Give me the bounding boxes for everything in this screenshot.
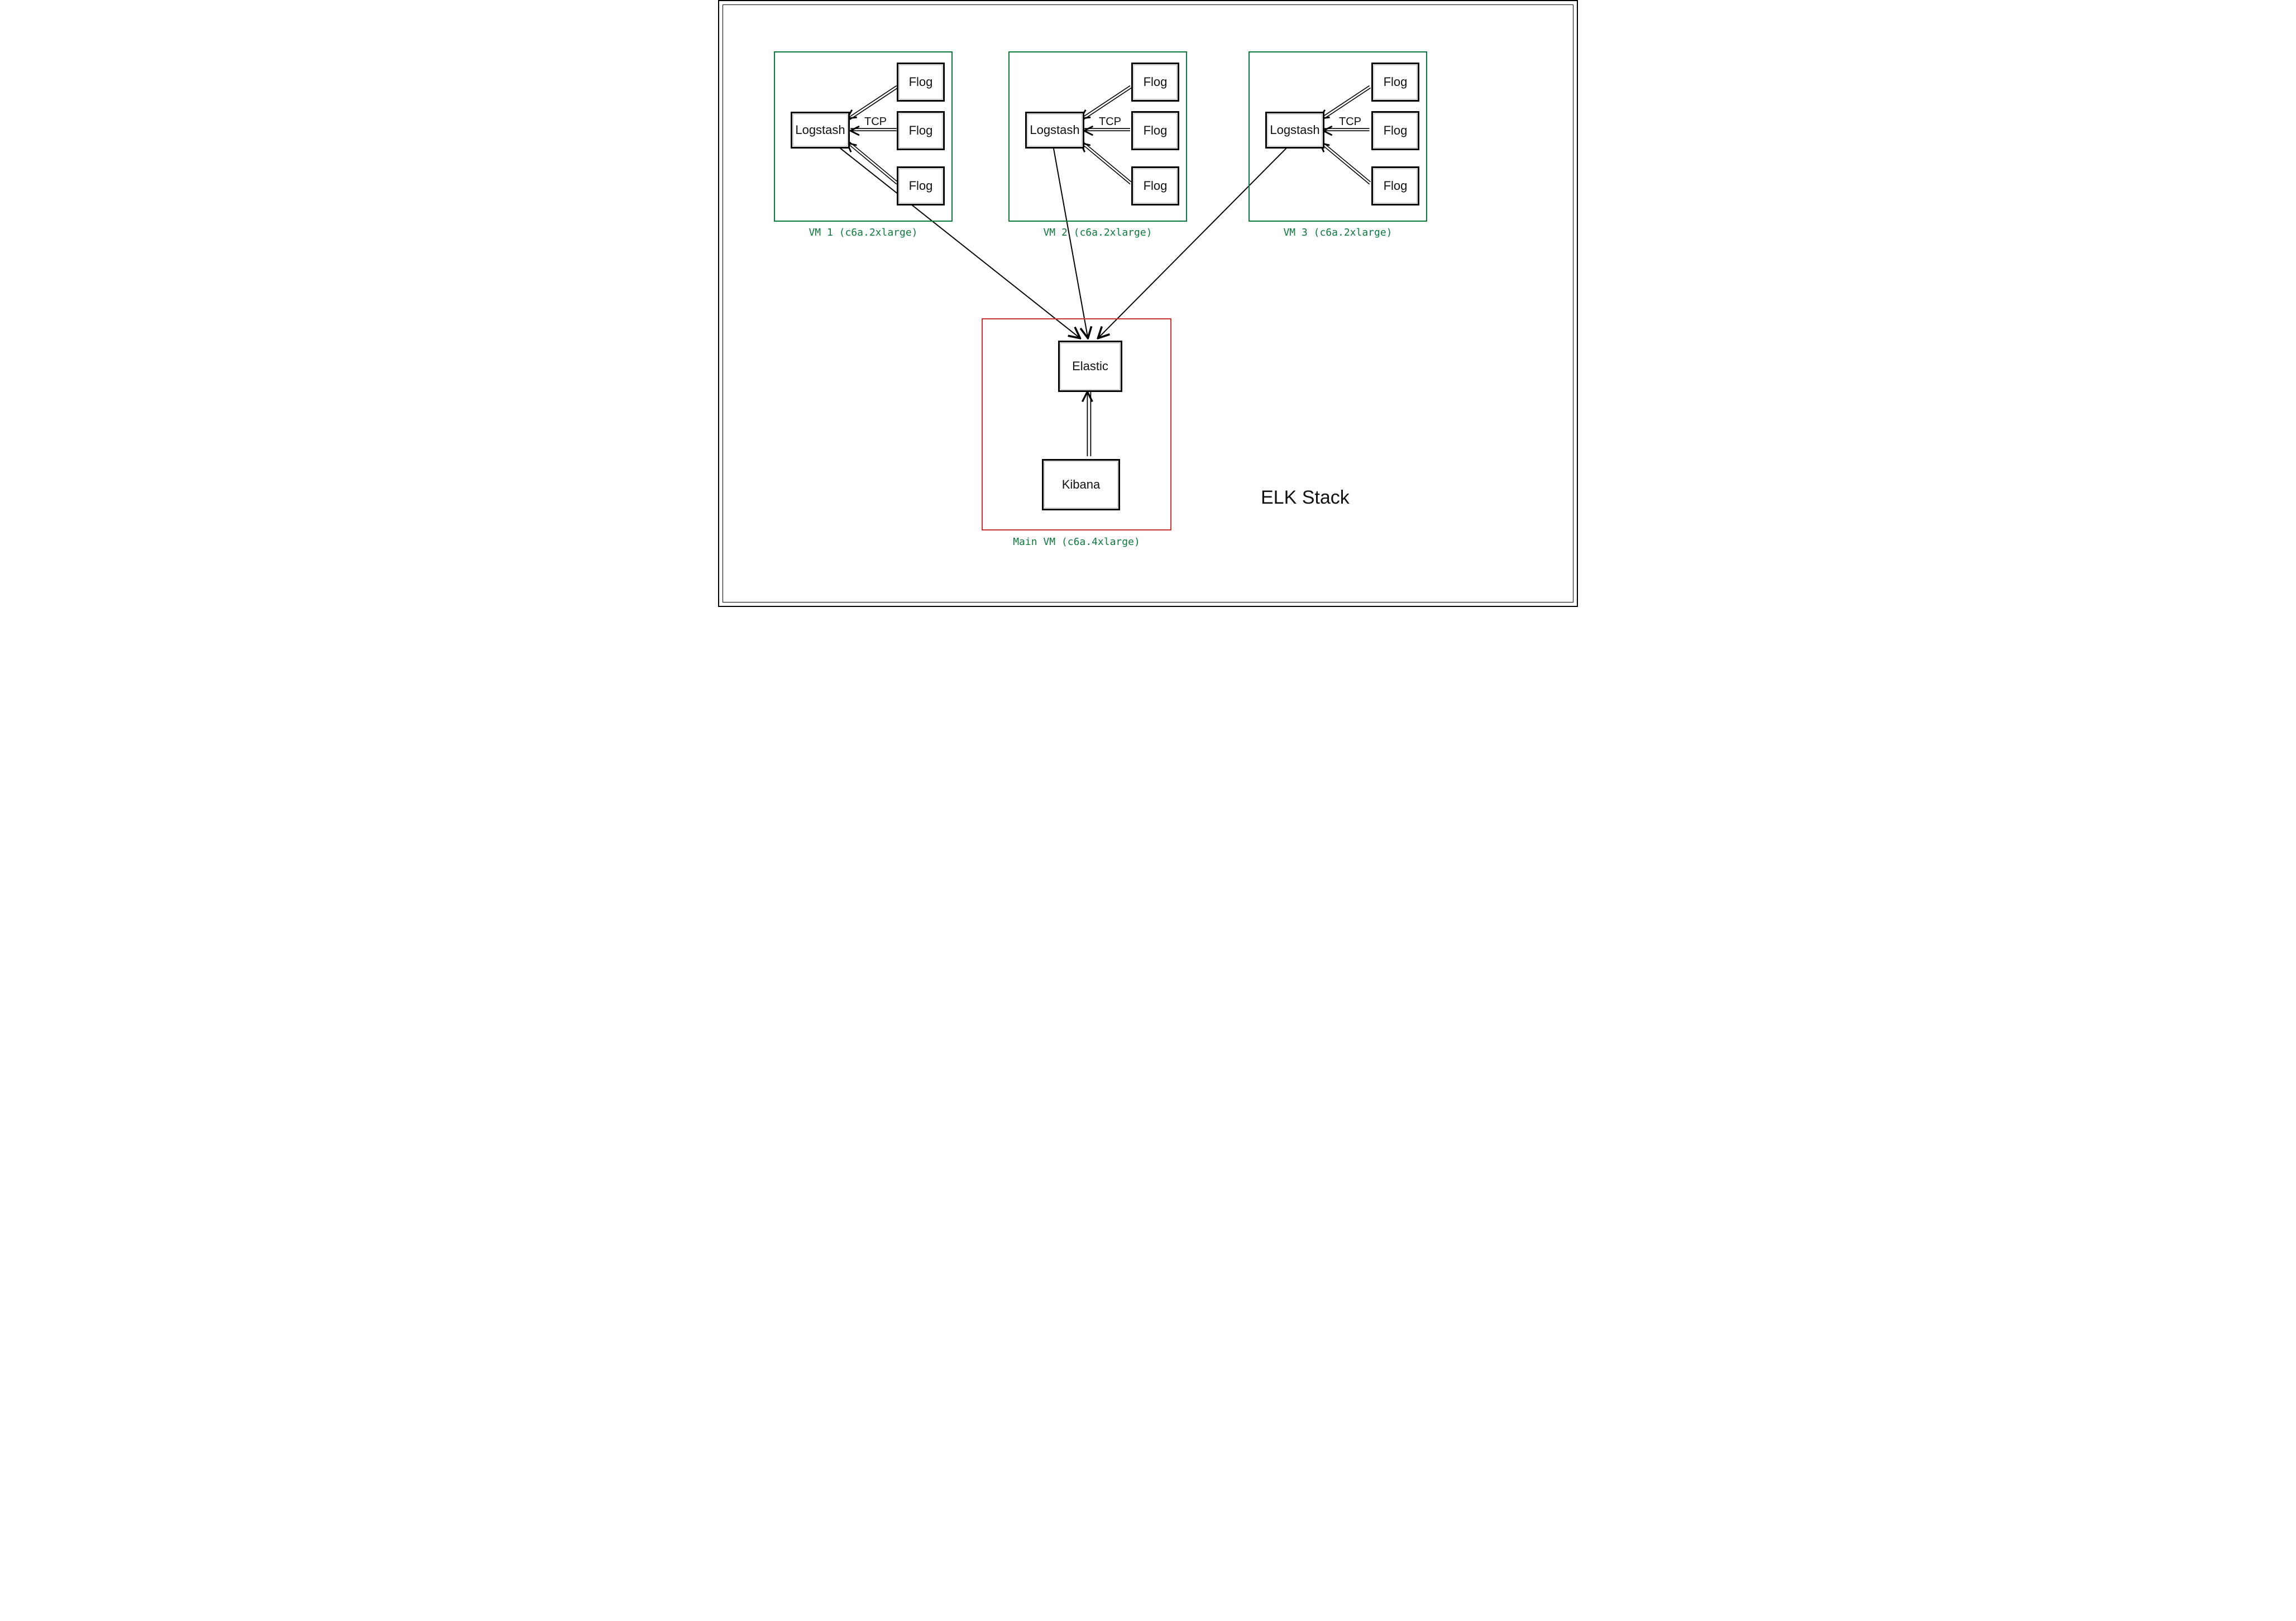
vm1-flog-3: Flog	[897, 166, 945, 205]
vm2-label: VM 2 (c6a.2xlarge)	[1008, 227, 1187, 238]
diagram-canvas: Logstash Flog Flog Flog TCP VM 1 (c6a.2x…	[718, 0, 1578, 607]
node-label: Flog	[1384, 75, 1408, 89]
node-label: Flog	[1384, 123, 1408, 138]
kibana-node: Kibana	[1042, 459, 1120, 510]
vm1-edge-label: TCP	[864, 116, 887, 128]
vm3-logstash-node: Logstash	[1265, 112, 1324, 149]
vm3-flog-2: Flog	[1371, 111, 1419, 150]
vm3-edge-label: TCP	[1339, 116, 1361, 128]
vm3-label: VM 3 (c6a.2xlarge)	[1249, 227, 1427, 238]
node-label: Logstash	[795, 123, 845, 137]
elastic-node: Elastic	[1058, 341, 1122, 392]
vm1-flog-1: Flog	[897, 63, 945, 102]
vm3-flog-3: Flog	[1371, 166, 1419, 205]
vm1-flog-2: Flog	[897, 111, 945, 150]
vm1-logstash-node: Logstash	[791, 112, 850, 149]
node-label: Flog	[909, 179, 933, 193]
node-label: Kibana	[1062, 477, 1101, 492]
node-label: Elastic	[1072, 359, 1108, 374]
node-label: Logstash	[1270, 123, 1319, 137]
vm1-label: VM 1 (c6a.2xlarge)	[774, 227, 953, 238]
vm2-edge-label: TCP	[1099, 116, 1121, 128]
node-label: Logstash	[1030, 123, 1079, 137]
node-label: Flog	[1384, 179, 1408, 193]
node-label: Flog	[1144, 179, 1168, 193]
vm2-flog-2: Flog	[1131, 111, 1179, 150]
node-label: Flog	[1144, 75, 1168, 89]
node-label: Flog	[909, 75, 933, 89]
vm2-flog-3: Flog	[1131, 166, 1179, 205]
main-vm-label: Main VM (c6a.4xlarge)	[982, 536, 1171, 548]
node-label: Flog	[909, 123, 933, 138]
vm3-flog-1: Flog	[1371, 63, 1419, 102]
vm2-flog-1: Flog	[1131, 63, 1179, 102]
node-label: Flog	[1144, 123, 1168, 138]
vm2-logstash-node: Logstash	[1025, 112, 1084, 149]
diagram-title: ELK Stack	[1261, 487, 1350, 509]
